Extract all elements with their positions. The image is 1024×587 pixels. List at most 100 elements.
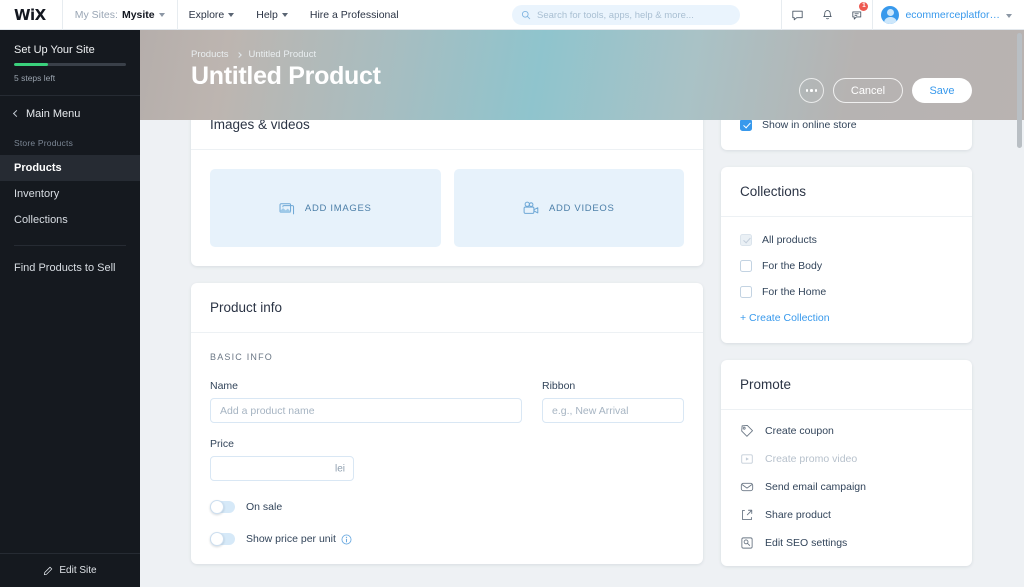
setup-progress-fill [14,63,48,66]
my-sites-label: My Sites: [74,8,118,21]
show-price-per-unit-label: Show price per unit [246,533,336,545]
steps-left-label: 5 steps left [14,72,56,83]
wix-logo[interactable]: WiX [14,6,46,24]
promote-send-email-campaign[interactable]: Send email campaign [740,480,953,494]
sidebar-item-find-products-to-sell[interactable]: Find Products to Sell [0,246,140,290]
left-sidebar: Set Up Your Site 5 steps left Main Menu … [0,30,140,587]
chevron-down-icon [281,13,288,17]
create-collection-link[interactable]: + Create Collection [740,312,953,324]
show-price-per-unit-toggle[interactable] [210,532,235,546]
breadcrumb-current: Untitled Product [248,49,317,60]
promote-label: Create coupon [765,425,834,437]
add-images-label: ADD IMAGES [304,202,372,214]
price-field-group: Price lei [210,438,354,481]
dot [810,89,813,92]
ribbon-field-group: Ribbon [542,380,684,423]
add-images-dropzone[interactable]: ADD IMAGES [210,169,441,247]
collections-card: Collections All products For the Body Fo… [721,167,972,343]
product-name-input[interactable] [210,398,522,423]
account-menu[interactable]: ecommerceplatfor… [873,0,1024,30]
chevron-down-icon [1006,13,1012,18]
ribbon-input[interactable] [542,398,684,423]
vertical-scrollbar-thumb[interactable] [1017,33,1022,148]
on-sale-toggle[interactable] [210,500,235,514]
more-options-button[interactable] [799,78,824,103]
page-content: Images & videos ADD IMAGES ADD VIDEOS Pr… [140,100,1024,587]
promote-edit-seo-settings[interactable]: Edit SEO settings [740,536,953,550]
hero-actions: Cancel Save [799,78,972,103]
coupon-icon [741,425,753,437]
edit-site-button[interactable]: Edit Site [0,553,140,587]
nav-label: Explore [188,8,225,21]
on-sale-toggle-row: On sale [210,500,684,514]
promote-label: Share product [765,509,831,521]
collection-item-for-the-body[interactable]: For the Body [740,260,953,272]
sidebar-item-collections[interactable]: Collections [0,207,140,233]
global-search[interactable] [512,5,740,25]
add-images-icon [279,202,294,214]
breadcrumb-products[interactable]: Products [191,49,229,60]
dot [805,89,809,92]
name-field-group: Name [210,380,522,423]
save-button[interactable]: Save [912,78,972,103]
page-title: Untitled Product [191,62,381,90]
info-icon[interactable] [341,534,352,545]
my-sites-value: Mysite [121,8,155,21]
nav-item-help[interactable]: Help [245,0,299,30]
sidebar-item-inventory[interactable]: Inventory [0,181,140,207]
chevron-down-icon [228,13,235,17]
toggle-knob [210,532,224,546]
promote-card: Promote Create coupon Create promo video [721,360,972,566]
add-videos-icon [523,201,539,214]
account-name: ecommerceplatfor… [905,9,1000,21]
bell-glyph [823,9,832,19]
toggle-knob [210,500,224,514]
main-column: Images & videos ADD IMAGES ADD VIDEOS Pr… [191,100,703,581]
collection-checkbox[interactable] [740,286,752,298]
back-to-main-menu[interactable]: Main Menu [0,96,140,132]
topbar-right-actions: 1 ecommerceplatfor… [781,0,1024,30]
setup-title: Set Up Your Site [14,44,95,56]
collection-checkbox[interactable] [740,260,752,272]
collection-label: For the Body [762,260,823,272]
nav-label: Help [256,8,278,21]
price-input[interactable] [210,456,354,481]
card-title: Product info [191,283,703,333]
seo-icon [741,537,753,549]
images-and-videos-card: Images & videos ADD IMAGES ADD VIDEOS [191,100,703,266]
pencil-icon [44,566,53,575]
promote-share-product[interactable]: Share product [740,508,953,522]
nav-item-hire-a-professional[interactable]: Hire a Professional [299,0,410,30]
edit-site-label: Edit Site [59,565,97,576]
collection-item-for-the-home[interactable]: For the Home [740,286,953,298]
feedback-icon[interactable]: 1 [842,0,872,30]
cancel-button[interactable]: Cancel [833,78,903,103]
search-input[interactable] [537,9,727,21]
promote-create-coupon[interactable]: Create coupon [740,424,953,438]
nav-item-explore[interactable]: Explore [178,0,246,30]
breadcrumb: Products Untitled Product [191,49,316,60]
my-sites-selector[interactable]: My Sites: Mysite [63,0,177,30]
collection-label: For the Home [762,286,827,298]
setup-your-site-widget[interactable]: Set Up Your Site 5 steps left [0,30,140,95]
video-play-icon [741,454,753,464]
promote-create-promo-video: Create promo video [740,452,953,466]
add-videos-dropzone[interactable]: ADD VIDEOS [453,169,684,247]
sidebar-item-products[interactable]: Products [0,154,140,181]
add-videos-label: ADD VIDEOS [548,202,615,214]
bell-icon[interactable] [812,0,842,30]
top-navigation-bar: WiX My Sites: Mysite Explore Help Hire a… [0,0,1024,30]
collection-label: All products [762,234,817,246]
collection-checkbox [740,234,752,246]
card-title: Promote [721,360,972,410]
side-column: Show in online store Collections All pro… [721,100,972,583]
avatar [881,6,900,24]
show-price-per-unit-toggle-row: Show price per unit [210,532,684,546]
main-menu-label: Main Menu [26,107,81,120]
collection-item-all-products: All products [740,234,953,246]
share-icon [742,509,753,521]
show-in-online-store-checkbox[interactable] [740,119,752,131]
nav-label: Hire a Professional [309,8,399,21]
chevron-right-icon [235,51,242,58]
chat-icon[interactable] [782,0,812,30]
